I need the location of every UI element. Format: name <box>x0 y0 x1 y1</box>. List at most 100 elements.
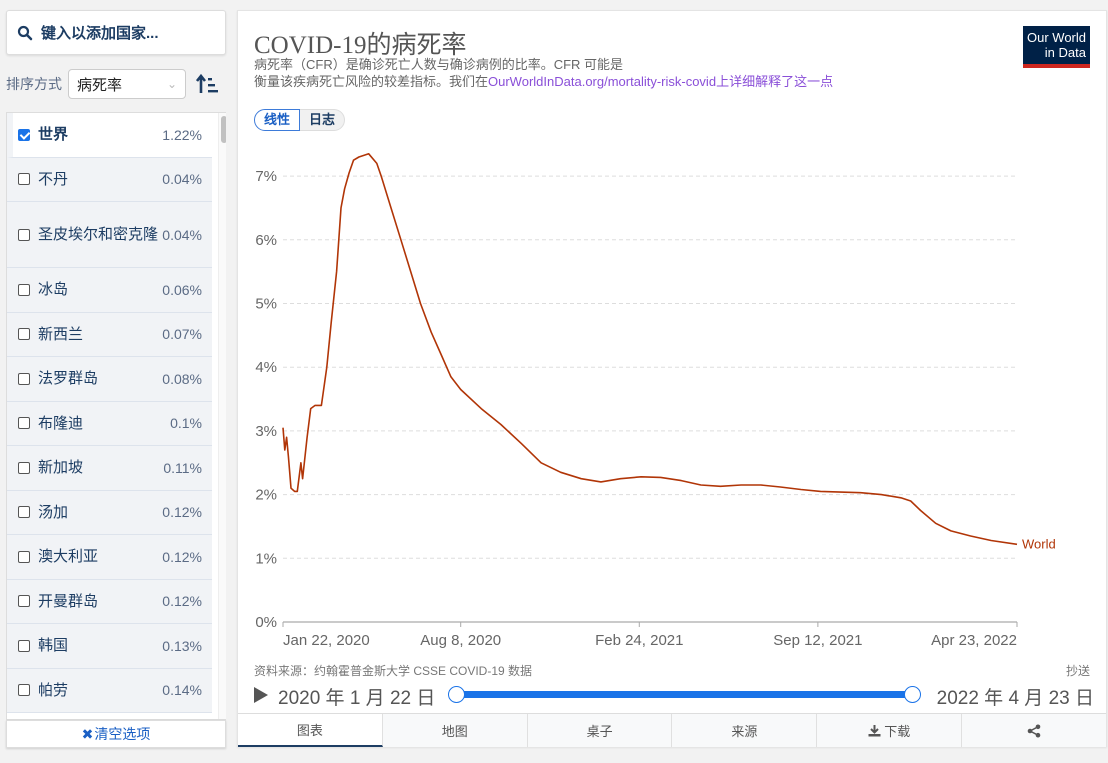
country-value: 0.04% <box>162 171 202 188</box>
country-checkbox[interactable] <box>18 228 30 241</box>
x-tick-label: Aug 8, 2020 <box>420 632 501 649</box>
country-value: 0.04% <box>162 226 202 243</box>
series-line-world[interactable] <box>282 153 1018 546</box>
country-value: 0.12% <box>162 504 202 521</box>
country-list-item[interactable]: 圣皮埃尔和密克隆 0.04% <box>7 202 212 268</box>
sidebar: 键入以添加国家... 排序方式 病死率 ⌄ 世界 1.22% 不丹 0.04% 圣皮埃尔… <box>0 0 236 763</box>
country-list-item[interactable]: 新西兰 0.07% <box>7 312 212 357</box>
country-name: 不丹 <box>38 170 69 188</box>
country-list-item[interactable]: 开曼群岛 0.12% <box>7 579 212 624</box>
tab-sources[interactable]: 来源 <box>672 714 818 747</box>
country-checkbox[interactable] <box>18 372 30 385</box>
search-icon <box>17 25 33 40</box>
bottom-tabs: 图表 地图 桌子 来源 下载 <box>238 713 1106 747</box>
line-chart: 0% 1% 2% 3% 4% 5% 6% 7% Jan 22, 2020 Aug 8, 2020… <box>255 153 1056 649</box>
tab-table[interactable]: 桌子 <box>528 714 673 747</box>
country-value: 0.06% <box>162 281 202 298</box>
country-list-items: 世界 1.22% 不丹 0.04% 圣皮埃尔和密克隆 0.04% 冰岛 0.06% 新西兰 0.0… <box>7 113 212 713</box>
list-scrollbar[interactable] <box>218 113 226 719</box>
country-checkbox[interactable] <box>18 128 30 141</box>
cc-link[interactable]: 抄送 <box>1066 662 1090 679</box>
x-tick-label: Feb 24, 2021 <box>595 632 683 649</box>
country-name: 澳大利亚 <box>38 548 99 566</box>
timeline: 2020 年 1 月 22 日 2022 年 4 月 23 日 <box>254 683 1094 709</box>
country-checkbox[interactable] <box>18 328 30 341</box>
sort-order-icon[interactable] <box>196 73 218 95</box>
x-axis: Jan 22, 2020 Aug 8, 2020 Feb 24, 2021 Sep 1… <box>282 621 1018 649</box>
gridlines <box>283 175 1017 559</box>
country-list: 世界 1.22% 不丹 0.04% 圣皮埃尔和密克隆 0.04% 冰岛 0.06% 新西兰 0.0… <box>6 112 226 720</box>
country-list-item[interactable]: 法罗群岛 0.08% <box>7 357 212 402</box>
x-tick-label: Apr 23, 2022 <box>931 632 1017 649</box>
series-lines: World <box>282 153 1056 551</box>
series-label[interactable]: World <box>1022 536 1056 551</box>
sort-select[interactable]: 病死率 ⌄ <box>68 69 186 99</box>
country-name: 世界 <box>38 126 69 144</box>
country-search-input[interactable]: 键入以添加国家... <box>6 10 226 55</box>
country-value: 0.1% <box>170 415 202 432</box>
country-list-item[interactable]: 世界 1.22% <box>7 113 212 158</box>
y-tick-label: 7% <box>255 168 277 185</box>
country-value: 0.11% <box>163 459 202 476</box>
y-tick-label: 0% <box>255 614 277 631</box>
country-checkbox[interactable] <box>18 173 30 186</box>
country-value: 0.14% <box>162 682 202 699</box>
x-tick-label: Sep 12, 2021 <box>773 632 862 649</box>
country-name: 帕劳 <box>38 681 69 699</box>
country-name: 冰岛 <box>38 281 69 299</box>
source-note: 资料来源：约翰霍普金斯大学 CSSE COVID-19 数据 <box>254 664 533 678</box>
y-tick-label: 1% <box>255 550 277 567</box>
country-checkbox[interactable] <box>18 461 30 474</box>
sort-row: 排序方式 病死率 ⌄ <box>6 68 230 100</box>
country-checkbox[interactable] <box>18 550 30 563</box>
tab-download[interactable]: 下载 <box>817 714 963 747</box>
close-icon: ✖ <box>81 725 94 742</box>
x-tick-label: Jan 22, 2020 <box>283 632 370 649</box>
country-name: 法罗群岛 <box>38 370 99 388</box>
play-icon[interactable] <box>254 687 268 703</box>
country-list-item[interactable]: 帕劳 0.14% <box>7 668 212 713</box>
clear-selection-button[interactable]: ✖ 清空选项 <box>6 720 226 748</box>
list-scrollbar-thumb[interactable] <box>221 116 226 143</box>
country-list-item[interactable]: 新加坡 0.11% <box>7 446 212 491</box>
country-name: 韩国 <box>38 637 69 655</box>
country-list-item[interactable]: 不丹 0.04% <box>7 157 212 202</box>
country-checkbox[interactable] <box>18 417 30 430</box>
country-value: 0.08% <box>162 370 202 387</box>
country-list-item[interactable]: 韩国 0.13% <box>7 624 212 669</box>
y-tick-label: 2% <box>255 487 277 504</box>
y-tick-label: 4% <box>255 359 277 376</box>
country-name: 开曼群岛 <box>38 592 99 610</box>
share-icon <box>1027 724 1041 737</box>
clear-selection-label: 清空选项 <box>94 726 151 742</box>
country-list-item[interactable]: 布隆迪 0.1% <box>7 401 212 446</box>
country-checkbox[interactable] <box>18 684 30 697</box>
chart-card: COVID-19的病死率 病死率（CFR）是确诊死亡人数与确诊病例的比率。CFR… <box>237 10 1107 747</box>
country-checkbox[interactable] <box>18 283 30 296</box>
country-list-item[interactable]: 冰岛 0.06% <box>7 268 212 313</box>
sort-label: 排序方式 <box>6 76 62 92</box>
search-placeholder: 键入以添加国家... <box>41 25 159 42</box>
y-tick-label: 6% <box>255 232 277 249</box>
country-list-item[interactable]: 澳大利亚 0.12% <box>7 535 212 580</box>
country-value: 0.07% <box>162 326 202 343</box>
country-name: 新加坡 <box>38 459 84 477</box>
tab-chart[interactable]: 图表 <box>238 714 383 747</box>
tab-share[interactable] <box>962 714 1106 747</box>
country-checkbox[interactable] <box>18 506 30 519</box>
timeline-end-handle[interactable] <box>904 686 921 703</box>
chevron-down-icon: ⌄ <box>166 77 177 91</box>
y-axis: 0% 1% 2% 3% 4% 5% 6% 7% <box>255 168 277 631</box>
country-checkbox[interactable] <box>18 595 30 608</box>
country-list-item[interactable]: 汤加 0.12% <box>7 490 212 535</box>
timeline-start-handle[interactable] <box>448 686 465 703</box>
country-value: 0.12% <box>162 548 202 565</box>
country-value: 1.22% <box>162 126 202 143</box>
tab-map[interactable]: 地图 <box>383 714 528 747</box>
y-tick-label: 3% <box>255 423 277 440</box>
timeline-range[interactable] <box>457 691 913 698</box>
tab-download-label: 下载 <box>884 724 911 739</box>
y-tick-label: 5% <box>255 296 277 313</box>
country-name: 新西兰 <box>38 325 84 343</box>
country-checkbox[interactable] <box>18 639 30 652</box>
